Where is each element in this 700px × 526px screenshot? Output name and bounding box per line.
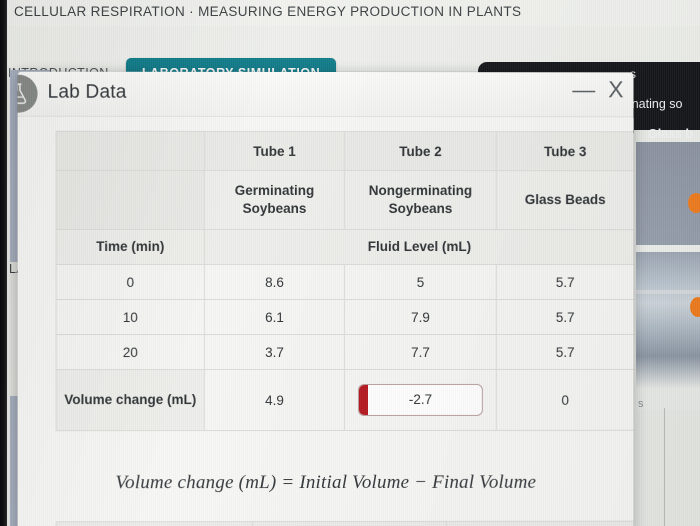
lab-data-dialog: Lab Data — X Tube 1 Tube 2 Tube 3 Germin… bbox=[18, 72, 634, 526]
volume-change-tube2-input[interactable]: -2.7 bbox=[358, 384, 483, 416]
header-non-germinating-beans: Non-Germinating Beans bbox=[446, 521, 633, 526]
cell-time-0: 0 bbox=[56, 264, 204, 299]
screen-capture: CELLULAR RESPIRATION · MEASURING ENERGY … bbox=[0, 0, 700, 526]
cell-tube2-t20[interactable]: 7.7 bbox=[344, 334, 496, 369]
app-tabbar: INTRODUCTION LABORATORY SIMULATION bbox=[0, 26, 700, 66]
dialog-titlebar[interactable]: Lab Data — X bbox=[18, 72, 634, 118]
cell-tube3-t0[interactable]: 5.7 bbox=[496, 265, 633, 300]
cell-volume-change-tube3[interactable]: 0 bbox=[496, 369, 633, 430]
header-germinating-beans: Germinating Beans bbox=[252, 521, 446, 526]
table-row: 20 3.7 7.7 5.7 bbox=[56, 334, 633, 369]
cell-tube2-t0[interactable]: 5 bbox=[344, 265, 496, 300]
cell-tube1-t20[interactable]: 3.7 bbox=[204, 334, 344, 369]
header-tube-2: Tube 2 bbox=[344, 132, 496, 171]
sim-callout-label-c: Glass b bbox=[648, 127, 693, 141]
background-side-text: s bbox=[638, 398, 644, 410]
page-title: CELLULAR RESPIRATION · MEASURING ENERGY … bbox=[14, 4, 521, 19]
table-row-o2-headers: Oxygen Consumption Germinating Beans Non… bbox=[56, 521, 633, 526]
dialog-title: Lab Data bbox=[48, 82, 127, 104]
volume-change-formula: Volume change (mL) = Initial Volume − Fi… bbox=[18, 472, 634, 495]
test-tube-stopper-icon bbox=[688, 193, 700, 213]
header-volume-change: Volume change (mL) bbox=[56, 370, 204, 431]
table-row-tube-headers: Tube 1 Tube 2 Tube 3 bbox=[56, 131, 633, 170]
cell-time-10: 10 bbox=[56, 299, 204, 334]
cell-time-20: 20 bbox=[56, 335, 204, 370]
cell-volume-change-tube1[interactable]: 4.9 bbox=[204, 369, 344, 430]
header-sample-glass-beads: Glass Beads bbox=[496, 171, 633, 230]
minimize-button[interactable]: — bbox=[572, 78, 595, 101]
oxygen-consumption-table: Oxygen Consumption Germinating Beans Non… bbox=[56, 521, 634, 526]
close-button[interactable]: X bbox=[608, 78, 623, 101]
table-row-measure-labels: Time (min) Fluid Level (mL) bbox=[56, 229, 633, 264]
table-row: 0 8.6 5 5.7 bbox=[56, 264, 633, 299]
cell-tube1-t0[interactable]: 8.6 bbox=[204, 264, 344, 299]
header-oxygen-consumption: Oxygen Consumption bbox=[56, 522, 252, 526]
cell-empty-corner-2 bbox=[56, 170, 204, 229]
header-fluid-level-ml: Fluid Level (mL) bbox=[204, 229, 633, 264]
table-row: 10 6.1 7.9 5.7 bbox=[56, 299, 633, 334]
header-sample-nongerminating-soybeans: Nongerminating Soybeans bbox=[344, 171, 496, 230]
test-tube-stopper-icon bbox=[690, 297, 700, 317]
background-divider bbox=[664, 408, 665, 526]
cell-tube1-t10[interactable]: 6.1 bbox=[204, 299, 344, 334]
lab-bench-image bbox=[636, 142, 700, 410]
cell-tube3-t10[interactable]: 5.7 bbox=[496, 300, 633, 335]
table-row-volume-change: Volume change (mL) 4.9 -2.7 0 bbox=[56, 369, 633, 430]
table-row-sample-headers: Germinating Soybeans Nongerminating Soyb… bbox=[56, 170, 633, 229]
cell-tube2-t10[interactable]: 7.9 bbox=[344, 300, 496, 335]
cell-empty-corner bbox=[56, 131, 204, 170]
app-titlebar: CELLULAR RESPIRATION · MEASURING ENERGY … bbox=[0, 0, 700, 27]
cell-tube3-t20[interactable]: 5.7 bbox=[496, 334, 633, 369]
bench-shelf-edge bbox=[636, 245, 700, 252]
header-tube-3: Tube 3 bbox=[496, 132, 633, 171]
cell-volume-change-tube2[interactable]: -2.7 bbox=[344, 369, 496, 430]
header-sample-germinating-soybeans: Germinating Soybeans bbox=[204, 170, 344, 229]
bench-floor bbox=[636, 410, 700, 526]
lab-data-table: Tube 1 Tube 2 Tube 3 Germinating Soybean… bbox=[56, 131, 634, 431]
bench-shelf-edge-lower bbox=[636, 290, 700, 294]
header-time-min: Time (min) bbox=[56, 229, 204, 264]
header-tube-1: Tube 1 bbox=[204, 131, 344, 170]
monitor-bezel bbox=[0, 0, 7, 526]
